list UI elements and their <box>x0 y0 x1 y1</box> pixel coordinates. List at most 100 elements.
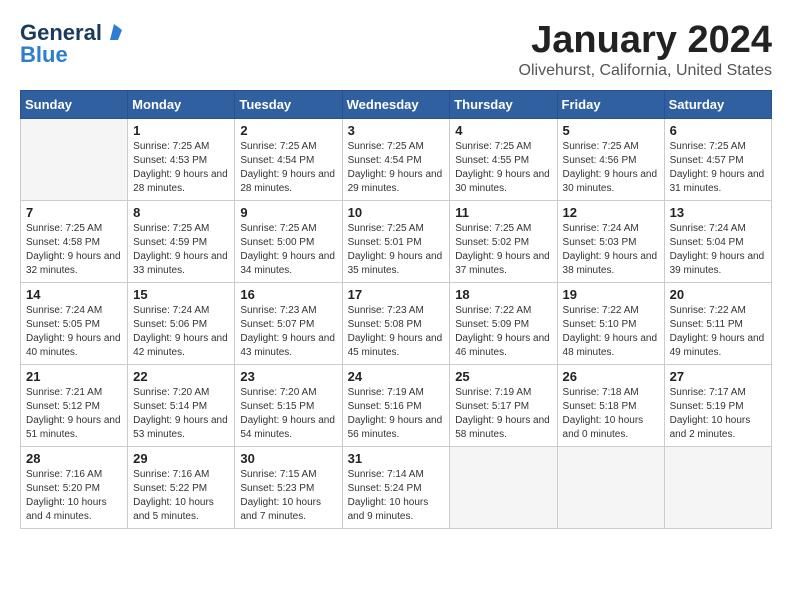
day-number: 5 <box>563 123 659 138</box>
day-info: Sunrise: 7:25 AMSunset: 4:53 PMDaylight:… <box>133 140 229 196</box>
day-number: 11 <box>455 205 551 220</box>
day-info: Sunrise: 7:18 AMSunset: 5:18 PMDaylight:… <box>563 386 659 442</box>
day-info: Sunrise: 7:24 AMSunset: 5:05 PMDaylight:… <box>26 304 122 360</box>
day-info: Sunrise: 7:25 AMSunset: 4:54 PMDaylight:… <box>240 140 336 196</box>
calendar-header-row: Sunday Monday Tuesday Wednesday Thursday… <box>21 90 772 118</box>
day-number: 18 <box>455 287 551 302</box>
calendar-cell: 19 Sunrise: 7:22 AMSunset: 5:10 PMDayligh… <box>557 282 664 364</box>
calendar-cell: 4 Sunrise: 7:25 AMSunset: 4:55 PMDaylight… <box>450 118 557 200</box>
header-monday: Monday <box>128 90 235 118</box>
calendar-cell: 10 Sunrise: 7:25 AMSunset: 5:01 PMDayligh… <box>342 200 450 282</box>
day-info: Sunrise: 7:17 AMSunset: 5:19 PMDaylight:… <box>670 386 766 442</box>
calendar-week-row: 1 Sunrise: 7:25 AMSunset: 4:53 PMDaylight… <box>21 118 772 200</box>
day-number: 2 <box>240 123 336 138</box>
calendar-cell: 1 Sunrise: 7:25 AMSunset: 4:53 PMDaylight… <box>128 118 235 200</box>
day-info: Sunrise: 7:25 AMSunset: 5:00 PMDaylight:… <box>240 222 336 278</box>
calendar-cell: 6 Sunrise: 7:25 AMSunset: 4:57 PMDaylight… <box>664 118 771 200</box>
calendar-cell: 22Sunrise: 7:20 AMSunset: 5:14 PMDayligh… <box>128 364 235 446</box>
calendar-cell <box>21 118 128 200</box>
day-number: 26 <box>563 369 659 384</box>
calendar-cell: 24 Sunrise: 7:19 AMSunset: 5:16 PMDayligh… <box>342 364 450 446</box>
calendar-cell: 27 Sunrise: 7:17 AMSunset: 5:19 PMDayligh… <box>664 364 771 446</box>
day-number: 22 <box>133 369 229 384</box>
header-friday: Friday <box>557 90 664 118</box>
logo-blue: Blue <box>20 42 68 68</box>
calendar-cell: 3Sunrise: 7:25 AMSunset: 4:54 PMDaylight… <box>342 118 450 200</box>
calendar-cell: 21Sunrise: 7:21 AMSunset: 5:12 PMDayligh… <box>21 364 128 446</box>
day-info: Sunrise: 7:23 AMSunset: 5:08 PMDaylight:… <box>348 304 445 360</box>
logo-triangle-icon <box>104 22 124 42</box>
day-number: 1 <box>133 123 229 138</box>
day-number: 13 <box>670 205 766 220</box>
calendar-subtitle: Olivehurst, California, United States <box>519 62 772 80</box>
day-number: 12 <box>563 205 659 220</box>
day-info: Sunrise: 7:25 AMSunset: 4:59 PMDaylight:… <box>133 222 229 278</box>
calendar-table: Sunday Monday Tuesday Wednesday Thursday… <box>20 90 772 529</box>
day-info: Sunrise: 7:25 AMSunset: 4:55 PMDaylight:… <box>455 140 551 196</box>
calendar-cell: 14 Sunrise: 7:24 AMSunset: 5:05 PMDayligh… <box>21 282 128 364</box>
day-info: Sunrise: 7:24 AMSunset: 5:04 PMDaylight:… <box>670 222 766 278</box>
day-number: 8 <box>133 205 229 220</box>
day-info: Sunrise: 7:25 AMSunset: 4:58 PMDaylight:… <box>26 222 122 278</box>
calendar-cell: 31Sunrise: 7:14 AMSunset: 5:24 PMDayligh… <box>342 446 450 528</box>
day-info: Sunrise: 7:16 AMSunset: 5:20 PMDaylight:… <box>26 468 122 524</box>
day-info: Sunrise: 7:25 AMSunset: 5:02 PMDaylight:… <box>455 222 551 278</box>
calendar-cell: 13 Sunrise: 7:24 AMSunset: 5:04 PMDayligh… <box>664 200 771 282</box>
day-number: 19 <box>563 287 659 302</box>
day-number: 27 <box>670 369 766 384</box>
day-number: 30 <box>240 451 336 466</box>
day-number: 7 <box>26 205 122 220</box>
header-wednesday: Wednesday <box>342 90 450 118</box>
day-number: 24 <box>348 369 445 384</box>
day-number: 31 <box>348 451 445 466</box>
day-number: 28 <box>26 451 122 466</box>
calendar-week-row: 7 Sunrise: 7:25 AMSunset: 4:58 PMDaylight… <box>21 200 772 282</box>
calendar-cell: 20 Sunrise: 7:22 AMSunset: 5:11 PMDayligh… <box>664 282 771 364</box>
calendar-cell <box>664 446 771 528</box>
title-area: January 2024 Olivehurst, California, Uni… <box>519 20 772 80</box>
day-number: 25 <box>455 369 551 384</box>
day-number: 21 <box>26 369 122 384</box>
day-number: 17 <box>348 287 445 302</box>
day-info: Sunrise: 7:22 AMSunset: 5:11 PMDaylight:… <box>670 304 766 360</box>
header-thursday: Thursday <box>450 90 557 118</box>
calendar-cell: 11 Sunrise: 7:25 AMSunset: 5:02 PMDayligh… <box>450 200 557 282</box>
day-info: Sunrise: 7:25 AMSunset: 5:01 PMDaylight:… <box>348 222 445 278</box>
day-number: 6 <box>670 123 766 138</box>
day-number: 20 <box>670 287 766 302</box>
header-saturday: Saturday <box>664 90 771 118</box>
calendar-title: January 2024 <box>519 20 772 62</box>
day-info: Sunrise: 7:22 AMSunset: 5:10 PMDaylight:… <box>563 304 659 360</box>
day-info: Sunrise: 7:22 AMSunset: 5:09 PMDaylight:… <box>455 304 551 360</box>
calendar-cell: 8 Sunrise: 7:25 AMSunset: 4:59 PMDaylight… <box>128 200 235 282</box>
calendar-cell: 18 Sunrise: 7:22 AMSunset: 5:09 PMDayligh… <box>450 282 557 364</box>
day-number: 10 <box>348 205 445 220</box>
calendar-cell: 16Sunrise: 7:23 AMSunset: 5:07 PMDayligh… <box>235 282 342 364</box>
header: General Blue January 2024 Olivehurst, Ca… <box>20 20 772 80</box>
day-number: 29 <box>133 451 229 466</box>
day-number: 3 <box>348 123 445 138</box>
calendar-cell: 25 Sunrise: 7:19 AMSunset: 5:17 PMDayligh… <box>450 364 557 446</box>
day-info: Sunrise: 7:24 AMSunset: 5:03 PMDaylight:… <box>563 222 659 278</box>
day-number: 9 <box>240 205 336 220</box>
calendar-cell: 2 Sunrise: 7:25 AMSunset: 4:54 PMDaylight… <box>235 118 342 200</box>
calendar-cell: 12 Sunrise: 7:24 AMSunset: 5:03 PMDayligh… <box>557 200 664 282</box>
day-number: 4 <box>455 123 551 138</box>
calendar-cell: 29Sunrise: 7:16 AMSunset: 5:22 PMDayligh… <box>128 446 235 528</box>
logo: General Blue <box>20 20 124 68</box>
day-info: Sunrise: 7:19 AMSunset: 5:16 PMDaylight:… <box>348 386 445 442</box>
day-info: Sunrise: 7:25 AMSunset: 4:57 PMDaylight:… <box>670 140 766 196</box>
day-number: 14 <box>26 287 122 302</box>
day-info: Sunrise: 7:25 AMSunset: 4:56 PMDaylight:… <box>563 140 659 196</box>
day-info: Sunrise: 7:19 AMSunset: 5:17 PMDaylight:… <box>455 386 551 442</box>
calendar-week-row: 21Sunrise: 7:21 AMSunset: 5:12 PMDayligh… <box>21 364 772 446</box>
calendar-cell: 7 Sunrise: 7:25 AMSunset: 4:58 PMDaylight… <box>21 200 128 282</box>
calendar-week-row: 28 Sunrise: 7:16 AMSunset: 5:20 PMDayligh… <box>21 446 772 528</box>
header-tuesday: Tuesday <box>235 90 342 118</box>
calendar-cell <box>557 446 664 528</box>
calendar-cell: 17 Sunrise: 7:23 AMSunset: 5:08 PMDayligh… <box>342 282 450 364</box>
calendar-cell: 23Sunrise: 7:20 AMSunset: 5:15 PMDayligh… <box>235 364 342 446</box>
day-info: Sunrise: 7:15 AMSunset: 5:23 PMDaylight:… <box>240 468 336 524</box>
calendar-cell: 30 Sunrise: 7:15 AMSunset: 5:23 PMDayligh… <box>235 446 342 528</box>
day-info: Sunrise: 7:23 AMSunset: 5:07 PMDaylight:… <box>240 304 336 360</box>
